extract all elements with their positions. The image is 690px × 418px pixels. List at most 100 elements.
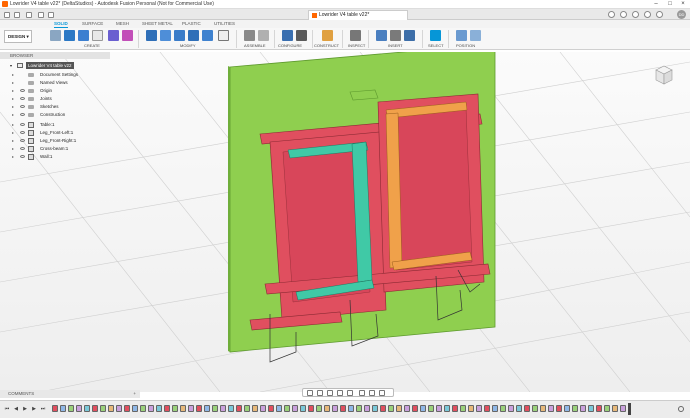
select-icon[interactable] <box>430 30 441 41</box>
grid-settings-icon[interactable] <box>369 390 375 396</box>
browser-item-leg-front-left[interactable]: ▸ Leg_Front-Left:1 <box>12 129 108 137</box>
timeline-feature[interactable] <box>548 405 554 412</box>
new-sketch-icon[interactable] <box>50 30 61 41</box>
group-select[interactable]: SELECT <box>428 43 444 48</box>
browser-item-document-settings[interactable]: ▸ Document Settings <box>12 71 108 79</box>
browser-item-construction[interactable]: ▸ Construction <box>12 111 108 119</box>
comments-panel[interactable]: COMMENTS + <box>0 390 140 398</box>
timeline-feature[interactable] <box>260 405 266 412</box>
user-avatar[interactable]: DD <box>677 10 686 19</box>
expand-icon[interactable]: ▸ <box>12 129 16 137</box>
timeline-feature[interactable] <box>476 405 482 412</box>
timeline-feature[interactable] <box>444 405 450 412</box>
workspace-switcher[interactable]: DESIGN ▾ <box>4 30 32 43</box>
timeline-feature[interactable] <box>484 405 490 412</box>
timeline-feature[interactable] <box>172 405 178 412</box>
orbit-icon[interactable] <box>307 390 313 396</box>
timeline-feature[interactable] <box>604 405 610 412</box>
timeline-feature[interactable] <box>588 405 594 412</box>
timeline-feature[interactable] <box>60 405 66 412</box>
browser-item-cross-beam[interactable]: ▸ Cross-beam:1 <box>12 145 108 153</box>
timeline-feature[interactable] <box>188 405 194 412</box>
timeline-feature[interactable] <box>196 405 202 412</box>
maximize-button[interactable]: □ <box>664 0 676 9</box>
browser-item-named-views[interactable]: ▸ Named Views <box>12 79 108 87</box>
press-pull-icon[interactable] <box>146 30 157 41</box>
timeline-feature[interactable] <box>228 405 234 412</box>
expand-icon[interactable]: ▸ <box>12 111 16 119</box>
timeline-feature[interactable] <box>308 405 314 412</box>
timeline-feature[interactable] <box>396 405 402 412</box>
timeline-feature[interactable] <box>348 405 354 412</box>
visibility-icon[interactable] <box>20 105 25 108</box>
visibility-icon[interactable] <box>20 155 25 158</box>
expand-icon[interactable]: ▸ <box>12 137 16 145</box>
timeline-feature[interactable] <box>372 405 378 412</box>
notifications-icon[interactable] <box>644 11 651 18</box>
pattern-icon[interactable] <box>108 30 119 41</box>
timeline-feature[interactable] <box>156 405 162 412</box>
timeline-feature[interactable] <box>596 405 602 412</box>
expand-icon[interactable]: ▸ <box>12 103 16 111</box>
browser-item-wall[interactable]: ▸ Wall:1 <box>12 153 108 161</box>
capture-position-icon[interactable] <box>456 30 467 41</box>
group-create[interactable]: CREATE <box>84 43 100 48</box>
timeline-feature[interactable] <box>84 405 90 412</box>
browser-item-leg-front-right[interactable]: ▸ Leg_Front-Right:1 <box>12 137 108 145</box>
expand-icon[interactable]: ▸ <box>12 87 16 95</box>
timeline-feature[interactable] <box>148 405 154 412</box>
document-tab[interactable]: Lowrider V4 table v22* <box>308 10 408 20</box>
group-modify[interactable]: MODIFY <box>180 43 196 48</box>
joint-icon[interactable] <box>258 30 269 41</box>
chamfer-icon[interactable] <box>174 30 185 41</box>
timeline-feature[interactable] <box>92 405 98 412</box>
job-status-icon[interactable] <box>632 11 639 18</box>
expand-icon[interactable]: ▸ <box>12 153 16 161</box>
timeline-feature[interactable] <box>276 405 282 412</box>
group-assemble[interactable]: ASSEMBLE <box>244 43 266 48</box>
display-settings-icon[interactable] <box>359 390 365 396</box>
tab-mesh[interactable]: MESH <box>116 21 129 26</box>
timeline-feature[interactable] <box>268 405 274 412</box>
timeline-feature[interactable] <box>404 405 410 412</box>
shell-icon[interactable] <box>188 30 199 41</box>
group-construct[interactable]: CONSTRUCT <box>314 43 339 48</box>
new-component-icon[interactable] <box>244 30 255 41</box>
undo-icon[interactable] <box>38 12 44 18</box>
timeline-feature[interactable] <box>212 405 218 412</box>
timeline-feature[interactable] <box>180 405 186 412</box>
expand-icon[interactable]: ▸ <box>12 145 16 153</box>
zoom-icon[interactable] <box>337 390 343 396</box>
timeline-feature[interactable] <box>52 405 58 412</box>
timeline-feature[interactable] <box>412 405 418 412</box>
tab-solid[interactable]: SOLID <box>54 21 68 28</box>
visibility-icon[interactable] <box>20 139 25 142</box>
timeline-feature[interactable] <box>236 405 242 412</box>
timeline-feature[interactable] <box>508 405 514 412</box>
first-step-icon[interactable]: ⏮ <box>4 406 10 412</box>
file-menu-icon[interactable] <box>14 12 20 18</box>
timeline-feature[interactable] <box>556 405 562 412</box>
timeline-feature[interactable] <box>132 405 138 412</box>
timeline-feature[interactable] <box>332 405 338 412</box>
timeline-feature[interactable] <box>300 405 306 412</box>
browser-item-origin[interactable]: ▸ Origin <box>12 87 108 95</box>
add-comment-icon[interactable]: + <box>133 390 136 398</box>
visibility-icon[interactable] <box>20 113 25 116</box>
expand-icon[interactable]: ▸ <box>12 79 16 87</box>
tab-plastic[interactable]: PLASTIC <box>182 21 201 26</box>
timeline-feature[interactable] <box>388 405 394 412</box>
look-at-icon[interactable] <box>317 390 323 396</box>
group-insert[interactable]: INSERT <box>388 43 403 48</box>
timeline-feature[interactable] <box>124 405 130 412</box>
timeline-feature[interactable] <box>620 405 626 412</box>
timeline-feature[interactable] <box>468 405 474 412</box>
pan-icon[interactable] <box>327 390 333 396</box>
play-icon[interactable]: ▶ <box>22 406 28 412</box>
minimize-button[interactable]: – <box>650 0 662 9</box>
visibility-icon[interactable] <box>20 123 25 126</box>
timeline-feature[interactable] <box>324 405 330 412</box>
timeline-feature[interactable] <box>140 405 146 412</box>
close-button[interactable]: × <box>677 0 689 9</box>
insert-derive-icon[interactable] <box>376 30 387 41</box>
